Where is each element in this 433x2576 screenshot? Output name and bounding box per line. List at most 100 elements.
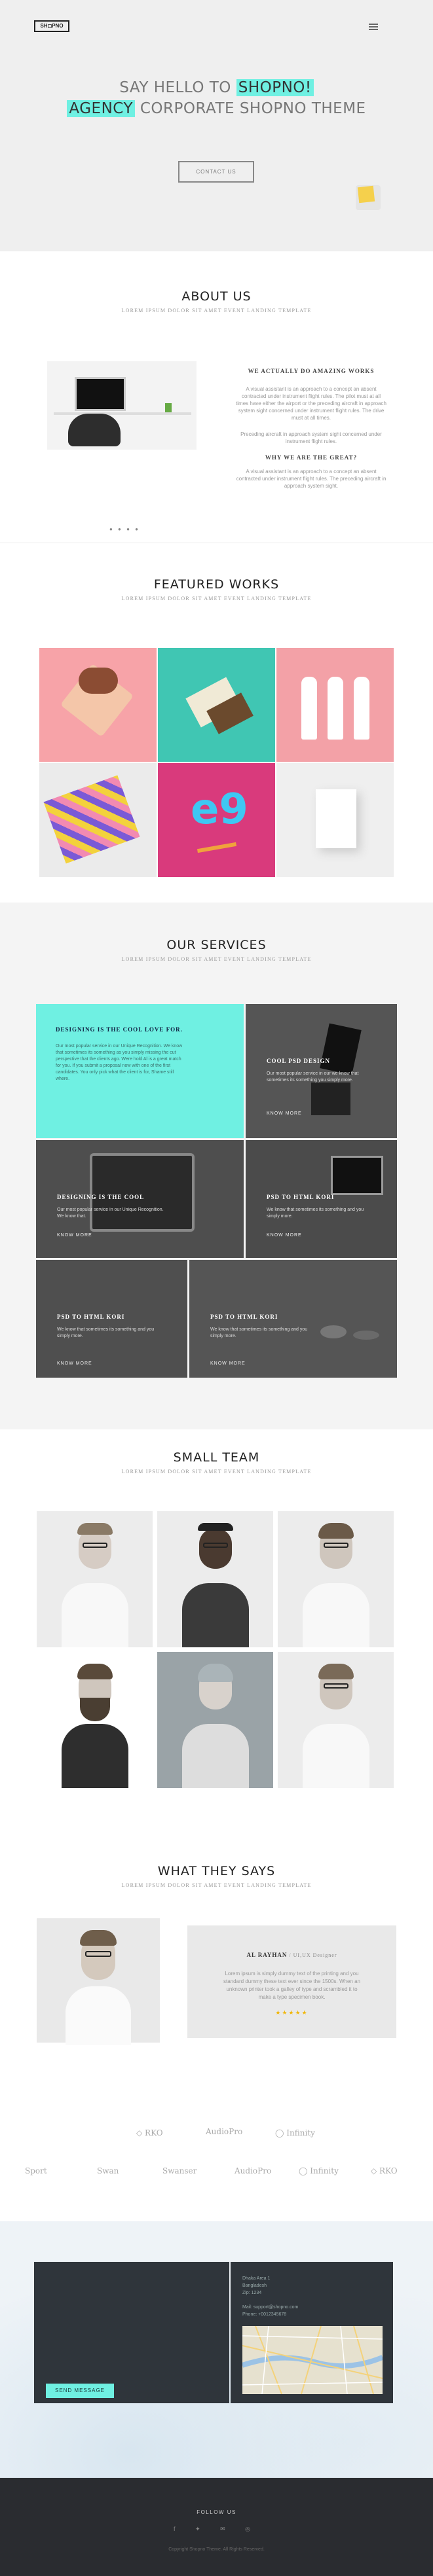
contact-us-button[interactable]: CONTACT US: [178, 161, 254, 183]
contact-form: SEND MESSAGE: [34, 2262, 229, 2403]
testimonial-role: / UI,UX Designer: [287, 1952, 337, 1958]
service-6-more-link[interactable]: KNOW MORE: [210, 1361, 246, 1366]
copyright-text: Copyright Shopno Theme. All Rights Reser…: [168, 2547, 265, 2552]
about-text: WE ACTUALLY DO AMAZING WORKS A visual as…: [236, 368, 386, 499]
footer-title: FOLLOW US: [197, 2509, 236, 2515]
logo[interactable]: SH◻PNO: [34, 20, 69, 32]
services-subtitle: LOREM IPSUM DOLOR SIT AMET EVENT LANDING…: [121, 956, 312, 962]
team-member-photo[interactable]: [157, 1652, 273, 1788]
hero-section: SH◻PNO SAY HELLO TO SHOPNO! AGENCY CORPO…: [0, 0, 433, 251]
client-logo[interactable]: AudioPro: [206, 2127, 242, 2136]
hero-line2-text: CORPORATE SHOPNO THEME: [135, 100, 366, 117]
service-6-text: We know that sometimes its something and…: [210, 1327, 308, 1338]
hero-title: SAY HELLO TO SHOPNO! AGENCY CORPORATE SH…: [0, 77, 433, 119]
team-grid: [37, 1511, 394, 1788]
service-card-5[interactable]: PSD TO HTML KORI We know that sometimes …: [36, 1260, 187, 1378]
service-card-4[interactable]: PSD TO HTML KORI We know that sometimes …: [246, 1140, 397, 1258]
services-title: OUR SERVICES: [166, 938, 267, 952]
works-subtitle: LOREM IPSUM DOLOR SIT AMET EVENT LANDING…: [121, 596, 312, 601]
team-member-photo[interactable]: [278, 1511, 394, 1647]
contact-line: Zip: 1234: [242, 2291, 262, 2295]
work-bag[interactable]: [276, 763, 394, 877]
service-6-title: PSD TO HTML KORI: [210, 1314, 278, 1320]
hero-line1-highlight: SHOPNO!: [236, 79, 314, 96]
service-1-text: Our most popular service in our Unique R…: [56, 1044, 183, 1081]
testimonial-section: WHAT THEY SAYS LOREM IPSUM DOLOR SIT AME…: [0, 1842, 433, 2090]
service-4-title: PSD TO HTML KORI: [267, 1194, 335, 1200]
client-logo[interactable]: ◇ RKO: [371, 2166, 398, 2175]
service-card-3[interactable]: DESIGNING IS THE COOL Our most popular s…: [36, 1140, 244, 1258]
testimonial-subtitle: LOREM IPSUM DOLOR SIT AMET EVENT LANDING…: [121, 1882, 312, 1888]
work-typography-e9[interactable]: e9: [158, 763, 275, 877]
works-section: FEATURED WORKS LOREM IPSUM DOLOR SIT AME…: [0, 543, 433, 903]
services-section: OUR SERVICES LOREM IPSUM DOLOR SIT AMET …: [0, 903, 433, 1429]
service-3-more-link[interactable]: KNOW MORE: [57, 1233, 92, 1238]
client-logo[interactable]: Swanser: [162, 2166, 197, 2175]
team-member-photo[interactable]: [278, 1652, 394, 1788]
testimonial-photo: [37, 1918, 160, 2045]
plant-shape: [165, 403, 172, 412]
work-bottles[interactable]: [276, 648, 394, 762]
client-logo[interactable]: ◇ RKO: [136, 2128, 163, 2138]
contact-line: [242, 2297, 393, 2304]
testimonial-name: AL RAYHAN: [246, 1952, 288, 1958]
contact-line: Dhaka Area 1: [242, 2276, 271, 2281]
service-4-more-link[interactable]: KNOW MORE: [267, 1233, 302, 1238]
contact-line: Mail: support@shopno.com: [242, 2305, 299, 2310]
work-business-cards[interactable]: [158, 648, 275, 762]
testimonial-card: AL RAYHAN / UI,UX Designer Lorem ipsum i…: [187, 1925, 396, 2038]
team-title: SMALL TEAM: [173, 1450, 260, 1465]
client-logo[interactable]: ◯ Infinity: [299, 2166, 339, 2175]
about-section: ABOUT US LOREM IPSUM DOLOR SIT AMET EVEN…: [0, 251, 433, 543]
monitor-shape: [75, 377, 126, 411]
work-ice-cream[interactable]: [39, 648, 157, 762]
service-4-text: We know that sometimes its something and…: [267, 1208, 364, 1219]
client-logo[interactable]: Swan: [97, 2166, 119, 2175]
client-logo[interactable]: ◯ Infinity: [275, 2128, 315, 2138]
team-section: SMALL TEAM LOREM IPSUM DOLOR SIT AMET EV…: [0, 1429, 433, 1842]
service-5-title: PSD TO HTML KORI: [57, 1314, 125, 1320]
about-title: ABOUT US: [181, 289, 252, 304]
location-map[interactable]: [242, 2326, 383, 2394]
team-member-photo[interactable]: [157, 1511, 273, 1647]
client-logo[interactable]: AudioPro: [235, 2166, 271, 2175]
hero-line2-highlight: AGENCY: [67, 100, 136, 117]
service-1-title: DESIGNING IS THE COOL LOVE FOR.: [56, 1026, 183, 1033]
service-2-title: COOL PSD DESIGN: [267, 1058, 331, 1064]
social-icons[interactable]: f ✦ ✉ ◎: [0, 2526, 433, 2533]
service-card-6[interactable]: PSD TO HTML KORI We know that sometimes …: [189, 1260, 397, 1378]
work-notebook[interactable]: [39, 763, 157, 877]
hamburger-icon[interactable]: [369, 24, 378, 30]
service-3-text: Our most popular service in our Unique R…: [57, 1208, 164, 1219]
testimonial-quote: Lorem ipsum is simply dummy text of the …: [223, 1971, 360, 2000]
about-paragraph-1: A visual assistant is an approach to a c…: [236, 386, 386, 421]
contact-line: Phone: +0012345678: [242, 2312, 287, 2317]
hero-line1-text: SAY HELLO TO: [119, 79, 236, 96]
service-2-more-link[interactable]: KNOW MORE: [267, 1111, 302, 1116]
testimonial-author: AL RAYHAN / UI,UX Designer: [187, 1952, 396, 1958]
rating-stars: ★★★★★: [275, 2009, 309, 2016]
contact-line: Bangladesh: [242, 2283, 267, 2288]
service-card-2[interactable]: COOL PSD DESIGN Our most popular service…: [246, 1004, 397, 1138]
service-5-more-link[interactable]: KNOW MORE: [57, 1361, 92, 1366]
about-paragraph-3: A visual assistant is an approach to a c…: [236, 469, 386, 489]
footer-section: FOLLOW US f ✦ ✉ ◎ Copyright Shopno Theme…: [0, 2478, 433, 2576]
chair-shape: [68, 414, 121, 446]
about-subtitle: LOREM IPSUM DOLOR SIT AMET EVENT LANDING…: [121, 308, 312, 313]
about-heading-2: WHY WE ARE THE GREAT?: [265, 454, 358, 461]
team-member-photo[interactable]: [37, 1511, 153, 1647]
about-paragraph-2: Preceding aircraft in approach system si…: [240, 431, 382, 444]
slider-dots[interactable]: ● ● ● ●: [109, 526, 140, 532]
service-5-text: We know that sometimes its something and…: [57, 1327, 155, 1338]
service-3-title: DESIGNING IS THE COOL: [57, 1194, 145, 1200]
send-message-button[interactable]: SEND MESSAGE: [46, 2384, 114, 2398]
contact-info: Dhaka Area 1 Bangladesh Zip: 1234 Mail: …: [231, 2262, 393, 2403]
client-logo[interactable]: Sport: [25, 2166, 47, 2175]
sticky-note-image: [356, 185, 381, 210]
service-card-1[interactable]: DESIGNING IS THE COOL LOVE FOR. Our most…: [36, 1004, 244, 1138]
team-member-photo[interactable]: [37, 1652, 153, 1788]
works-grid: e9: [39, 648, 394, 877]
team-subtitle: LOREM IPSUM DOLOR SIT AMET EVENT LANDING…: [121, 1469, 312, 1475]
testimonial-title: WHAT THEY SAYS: [157, 1864, 276, 1878]
works-title: FEATURED WORKS: [153, 577, 280, 592]
